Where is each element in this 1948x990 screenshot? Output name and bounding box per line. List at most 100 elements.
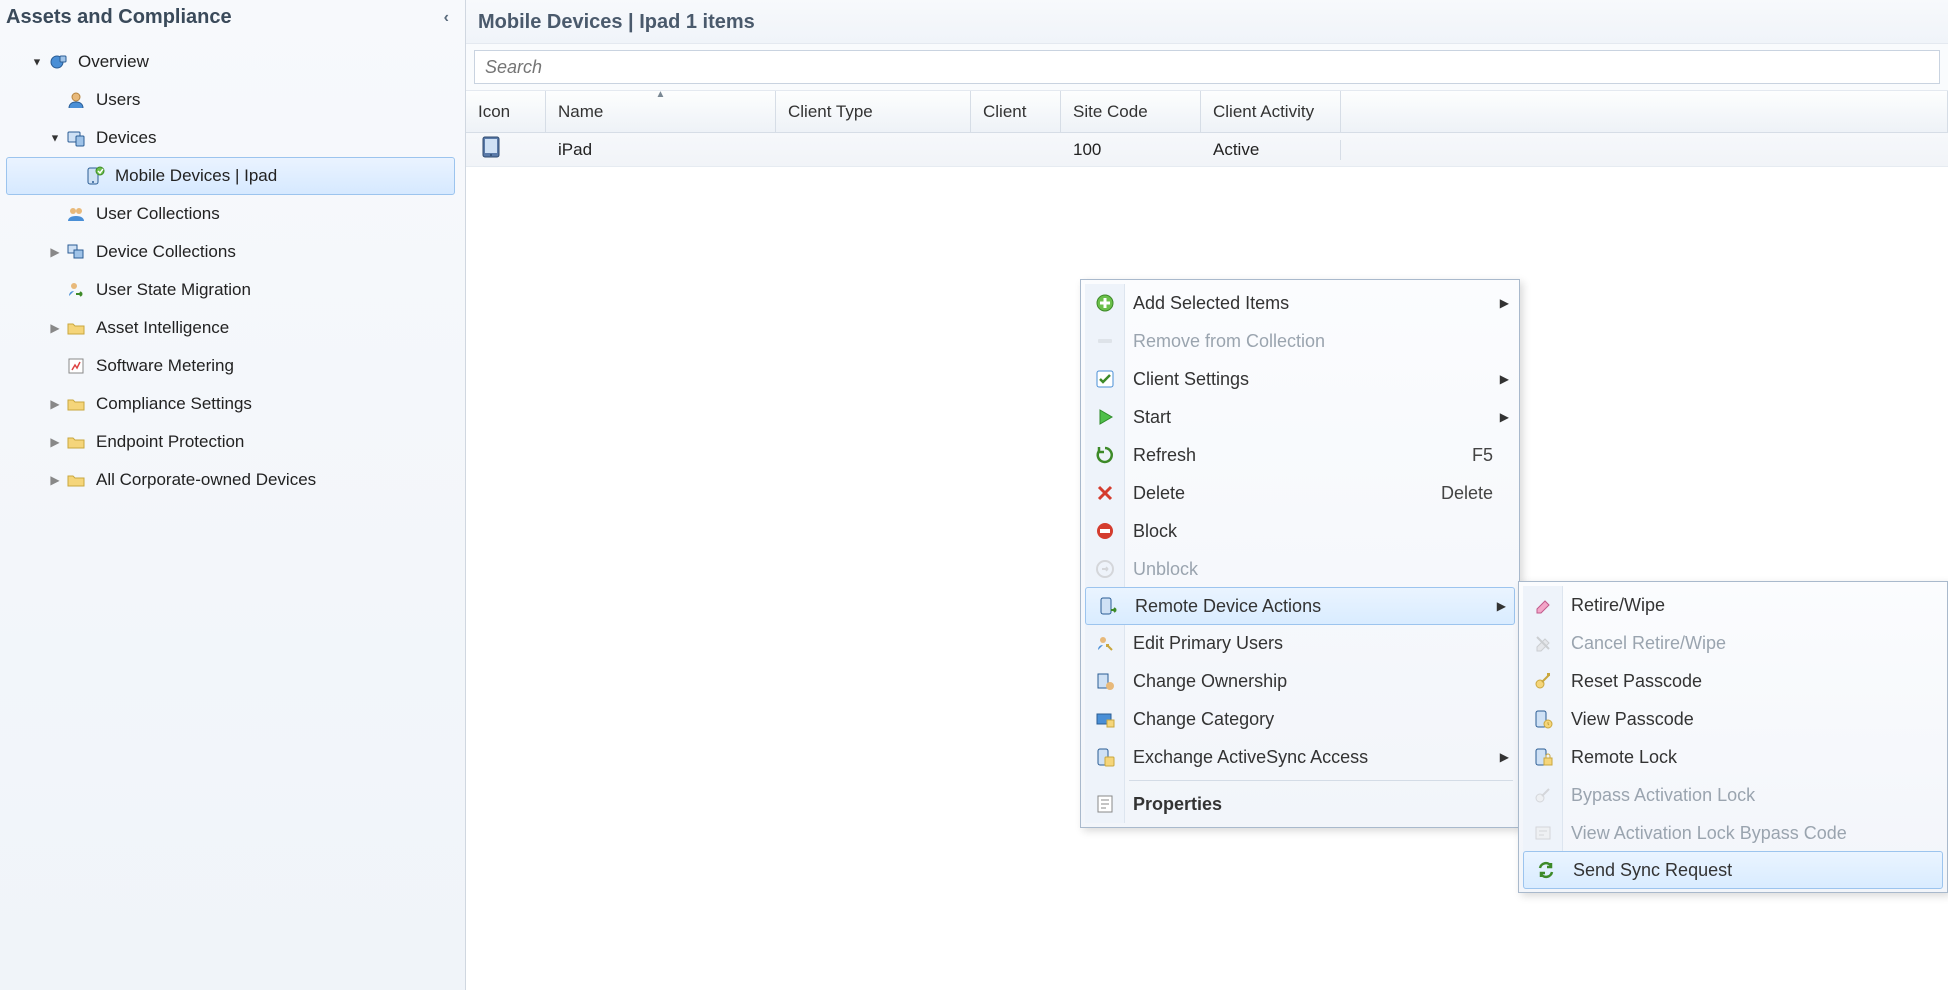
chevron-down-icon[interactable]: ▼ [29, 56, 45, 69]
user-mig-icon [64, 278, 88, 302]
menu-item-label: View Activation Lock Bypass Code [1571, 823, 1847, 844]
tree-item-label: Users [96, 90, 140, 110]
chevron-right-icon[interactable]: ▶ [46, 321, 64, 335]
folder-icon [64, 392, 88, 416]
exchange-icon [1093, 745, 1117, 769]
menu-item-view-passcode[interactable]: View Passcode [1521, 700, 1945, 738]
main-header: Mobile Devices | Ipad 1 items [466, 0, 1948, 44]
tree-item-compliance-settings[interactable]: ▶ Compliance Settings [6, 385, 455, 423]
menu-item-remote-lock[interactable]: Remote Lock [1521, 738, 1945, 776]
menu-item-label: Remote Device Actions [1135, 596, 1321, 617]
col-client-activity[interactable]: Client Activity [1201, 91, 1341, 132]
chevron-right-icon[interactable]: ▶ [46, 435, 64, 449]
context-submenu[interactable]: Retire/Wipe Cancel Retire/WipeReset Passc… [1518, 581, 1948, 893]
tree-item-user-state-migration[interactable]: User State Migration [6, 271, 455, 309]
menu-item-properties[interactable]: Properties [1083, 785, 1517, 823]
view-code-icon [1531, 821, 1555, 845]
tree-item-endpoint-protection[interactable]: ▶Endpoint Protection [6, 423, 455, 461]
menu-item-label: Remote Lock [1571, 747, 1677, 768]
sidebar-collapse-icon[interactable]: ‹ [438, 9, 455, 27]
menu-item-cancel-retire-wipe: Cancel Retire/Wipe [1521, 624, 1945, 662]
delete-icon [1093, 481, 1117, 505]
metering-icon [64, 354, 88, 378]
menu-item-change-category[interactable]: Change Category [1083, 700, 1517, 738]
menu-item-start[interactable]: Start▶ [1083, 398, 1517, 436]
main-title: Mobile Devices | Ipad 1 items [478, 11, 755, 34]
col-name[interactable]: ▲Name [546, 91, 776, 132]
tree-item-all-corporate-owned-devices[interactable]: ▶All Corporate-owned Devices [6, 461, 455, 499]
tree-item-devices[interactable]: ▼Devices [6, 119, 455, 157]
menu-item-bypass-activation-lock: Bypass Activation Lock [1521, 776, 1945, 814]
menu-item-delete[interactable]: DeleteDelete [1083, 474, 1517, 512]
row-site-code: 100 [1061, 140, 1201, 160]
tree-item-device-collections[interactable]: ▶ Device Collections [6, 233, 455, 271]
folder-icon [64, 316, 88, 340]
menu-item-label: Retire/Wipe [1571, 595, 1665, 616]
grid-header: Icon ▲Name Client Type Client Site Code … [466, 91, 1948, 133]
tree-item-label: User Collections [96, 204, 220, 224]
menu-item-add-selected-items[interactable]: Add Selected Items ▶ [1083, 284, 1517, 322]
tree-item-user-collections[interactable]: User Collections [6, 195, 455, 233]
tree-item-asset-intelligence[interactable]: ▶Asset Intelligence [6, 309, 455, 347]
search-input[interactable] [474, 50, 1940, 84]
edit-users-icon [1093, 631, 1117, 655]
sync-icon [1534, 858, 1558, 882]
menu-item-send-sync-request[interactable]: Send Sync Request [1523, 851, 1943, 889]
chevron-right-icon[interactable]: ▶ [46, 397, 64, 411]
menu-item-retire-wipe[interactable]: Retire/Wipe [1521, 586, 1945, 624]
device-coll-icon [64, 240, 88, 264]
submenu-arrow-icon: ▶ [1500, 372, 1509, 386]
sidebar: Assets and Compliance ‹ ▼OverviewUsers▼D… [0, 0, 466, 990]
tree-item-overview[interactable]: ▼ Overview [6, 43, 455, 81]
chevron-right-icon[interactable]: ▶ [46, 473, 64, 487]
submenu-arrow-icon: ▶ [1500, 296, 1509, 310]
tree-item-software-metering[interactable]: Software Metering [6, 347, 455, 385]
menu-item-remote-device-actions[interactable]: Remote Device Actions▶ [1085, 587, 1515, 625]
col-client[interactable]: Client [971, 91, 1061, 132]
context-menu[interactable]: Add Selected Items ▶ Remove from Collectio… [1080, 279, 1520, 828]
menu-item-label: Add Selected Items [1133, 293, 1289, 314]
device-icon [482, 136, 500, 163]
tree-item-label: Overview [78, 52, 149, 72]
menu-item-block[interactable]: Block [1083, 512, 1517, 550]
menu-item-edit-primary-users[interactable]: Edit Primary Users [1083, 624, 1517, 662]
cancel-wipe-icon [1531, 631, 1555, 655]
menu-item-label: Exchange ActiveSync Access [1133, 747, 1368, 768]
chevron-right-icon[interactable]: ▶ [46, 245, 64, 259]
col-site-code[interactable]: Site Code [1061, 91, 1201, 132]
tree-item-mobile-devices-ipad[interactable]: Mobile Devices | Ipad [6, 157, 455, 195]
tree-item-label: Device Collections [96, 242, 236, 262]
unblock-icon [1093, 557, 1117, 581]
chevron-down-icon[interactable]: ▼ [47, 132, 63, 145]
menu-item-reset-passcode[interactable]: Reset Passcode [1521, 662, 1945, 700]
menu-item-label: Properties [1133, 794, 1222, 815]
tree-item-label: Compliance Settings [96, 394, 252, 414]
tree-item-label: Software Metering [96, 356, 234, 376]
col-icon[interactable]: Icon [466, 91, 546, 132]
menu-item-view-activation-lock-bypass-code: View Activation Lock Bypass Code [1521, 814, 1945, 852]
menu-item-refresh[interactable]: RefreshF5 [1083, 436, 1517, 474]
menu-item-exchange-activesync-access[interactable]: Exchange ActiveSync Access▶ [1083, 738, 1517, 776]
tree-item-users[interactable]: Users [6, 81, 455, 119]
bypass-icon [1531, 783, 1555, 807]
menu-item-label: View Passcode [1571, 709, 1694, 730]
tree-item-label: Mobile Devices | Ipad [115, 166, 277, 186]
play-icon [1093, 405, 1117, 429]
menu-item-label: Send Sync Request [1573, 860, 1732, 881]
menu-item-change-ownership[interactable]: Change Ownership [1083, 662, 1517, 700]
user-coll-icon [64, 202, 88, 226]
col-client-type[interactable]: Client Type [776, 91, 971, 132]
menu-item-label: Refresh [1133, 445, 1196, 466]
remove-icon [1093, 329, 1117, 353]
menu-item-label: Start [1133, 407, 1171, 428]
menu-item-label: Remove from Collection [1133, 331, 1325, 352]
tree-item-label: User State Migration [96, 280, 251, 300]
wipe-icon [1531, 593, 1555, 617]
folder-icon [64, 468, 88, 492]
menu-item-label: Bypass Activation Lock [1571, 785, 1755, 806]
row-name: iPad [546, 140, 776, 160]
table-row[interactable]: iPad 100 Active [466, 133, 1948, 167]
main-panel: Mobile Devices | Ipad 1 items Icon ▲Name… [466, 0, 1948, 990]
menu-item-client-settings[interactable]: Client Settings▶ [1083, 360, 1517, 398]
mobile-icon [83, 164, 107, 188]
